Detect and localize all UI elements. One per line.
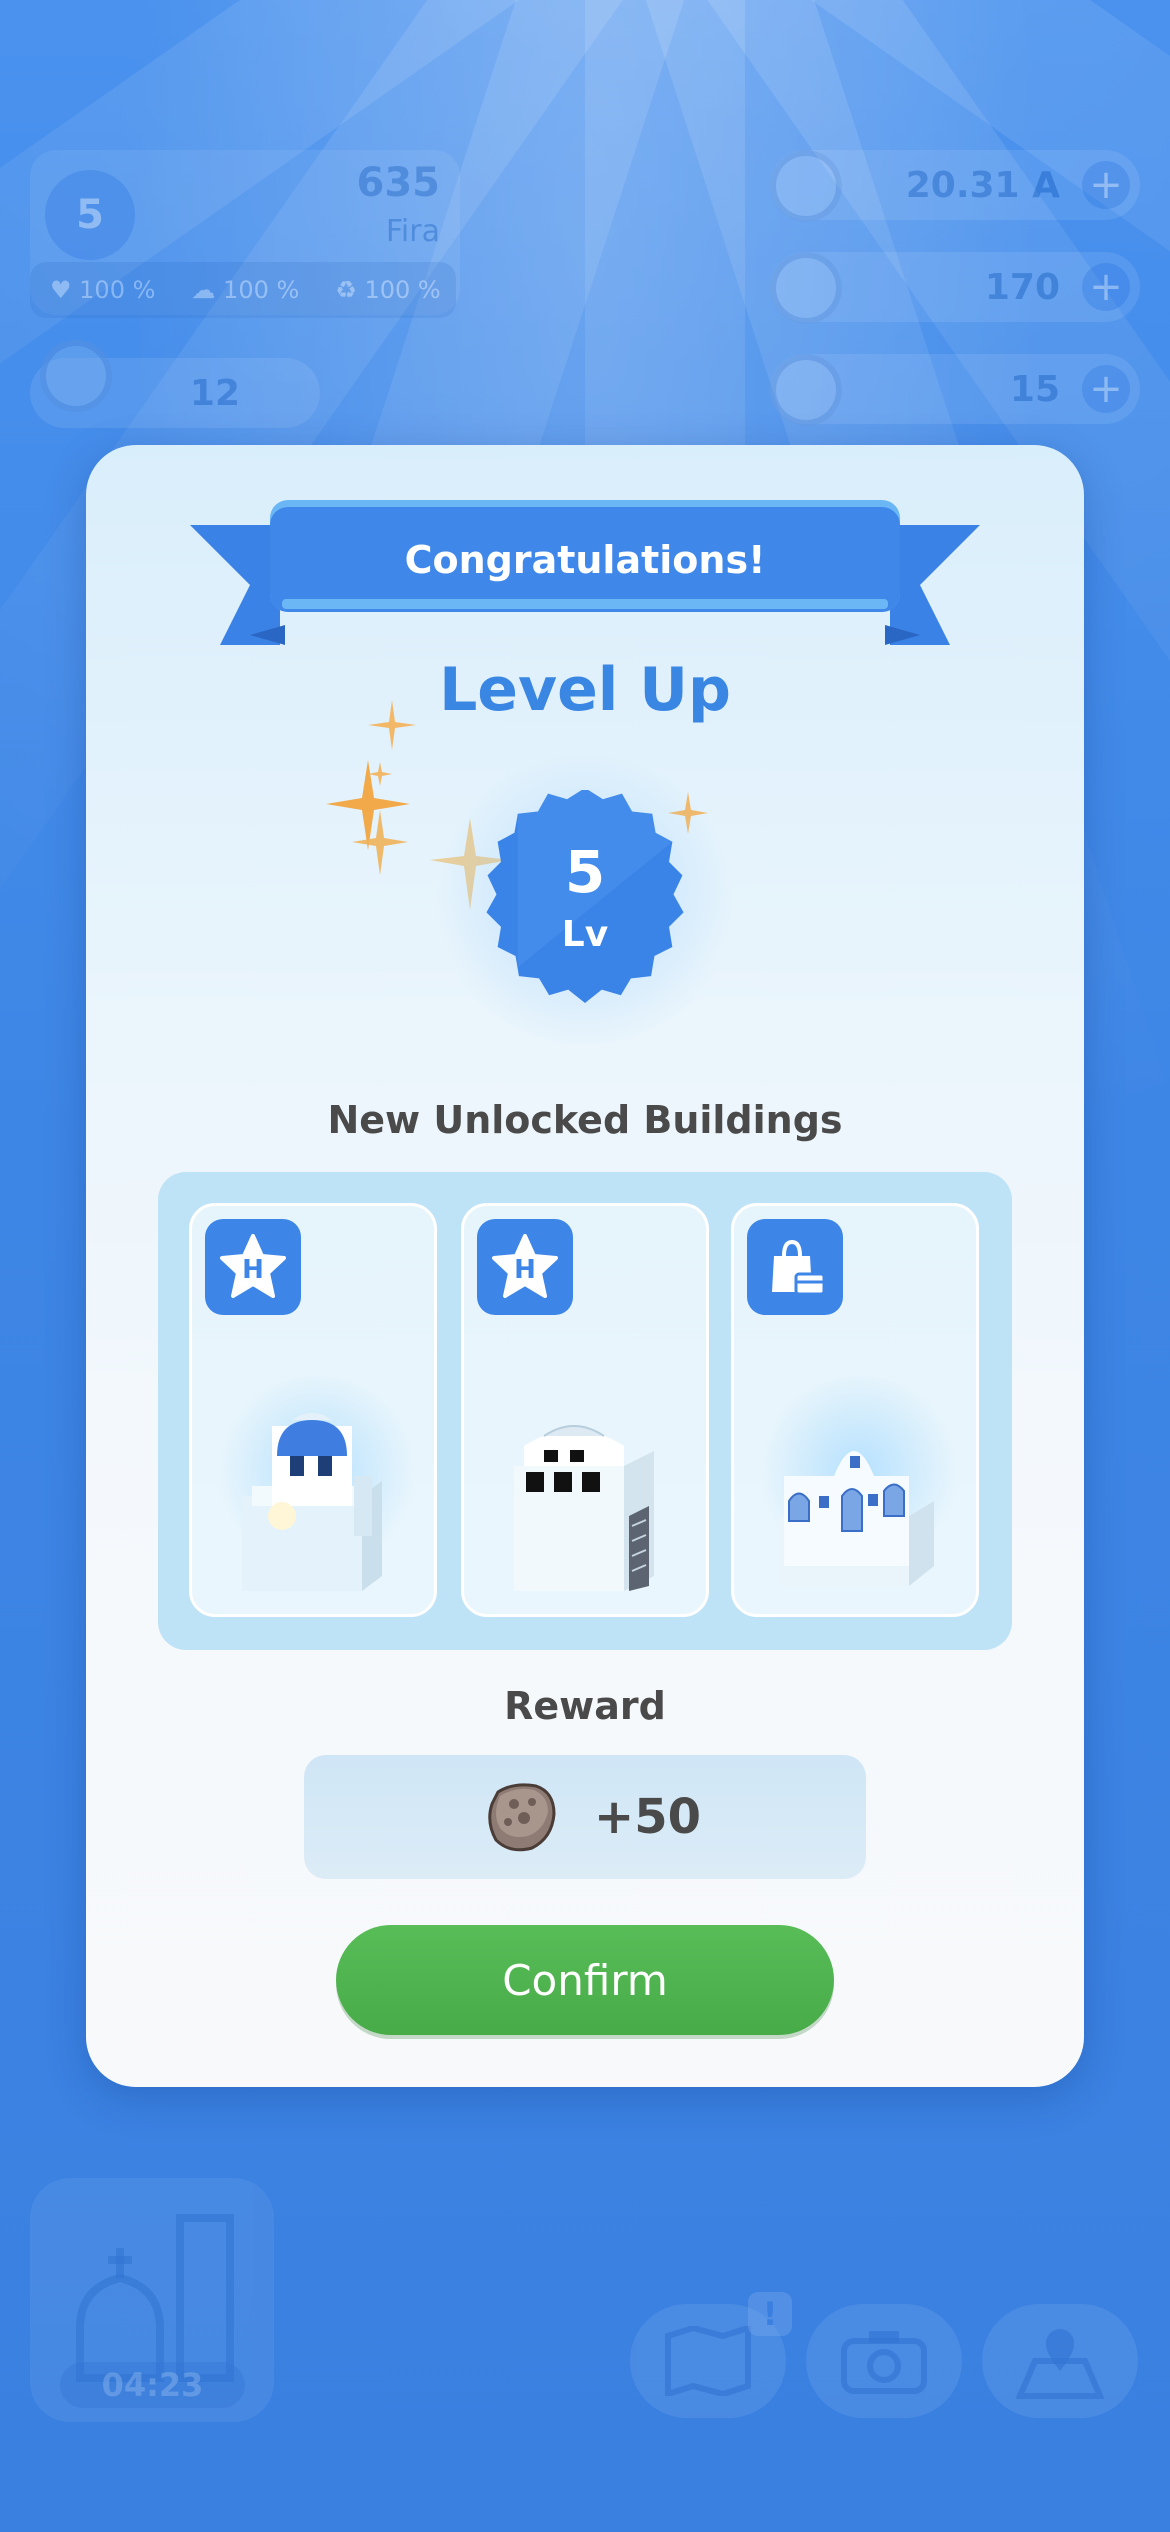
avatar-icon [40,340,112,412]
blue-dome-house-image [242,1413,382,1591]
reward-box [304,1755,866,1879]
level-suffix: Lv [561,914,609,955]
shopping-bag-icon [747,1219,843,1315]
camera-icon [841,2331,927,2394]
level-number: 5 [564,838,606,906]
svg-text:H: H [242,1255,264,1285]
svg-text:H: H [514,1255,536,1285]
player-level-badge: 5 [45,170,135,260]
notification-badge: ! [748,2292,792,2336]
reward-value: +50 [594,1789,702,1845]
city-name: Fira [385,214,440,249]
cloud-icon: ☁ 100 % [191,276,300,304]
building-card[interactable]: H [461,1203,709,1617]
building-card[interactable]: H [189,1203,437,1617]
stone-icon [770,252,842,324]
energy-coin-icon [770,150,842,222]
city-timer: 04:23 [60,2362,245,2408]
recycle-icon: ♻ 100 % [335,276,441,304]
add-stone-button[interactable]: + [1082,263,1130,311]
camera-button[interactable] [806,2304,962,2418]
confirm-button[interactable]: Confirm [336,1925,834,2035]
unlocked-buildings-title: New Unlocked Buildings [327,1098,843,1142]
map-book-icon [665,2326,751,2396]
building-card[interactable] [731,1203,979,1617]
hotel-star-icon: H [205,1219,301,1315]
stone-icon [488,1783,556,1852]
white-villa-image [779,1451,934,1586]
hotel-star-icon: H [477,1219,573,1315]
player-score: 635 [356,160,441,206]
add-energy-button[interactable]: + [1082,161,1130,209]
city-stats-bar: ♥ 100 % ☁ 100 % ♻ 100 % [30,262,456,318]
map-pin-icon [1015,2329,1105,2399]
reward-title: Reward [504,1684,666,1728]
add-gem-button[interactable]: + [1082,365,1130,413]
white-tower-house-image [514,1425,654,1591]
map-button[interactable] [982,2304,1138,2418]
heart-icon: ♥ 100 % [50,276,156,304]
gem-icon [770,354,842,426]
banner-title: Congratulations! [404,538,766,582]
